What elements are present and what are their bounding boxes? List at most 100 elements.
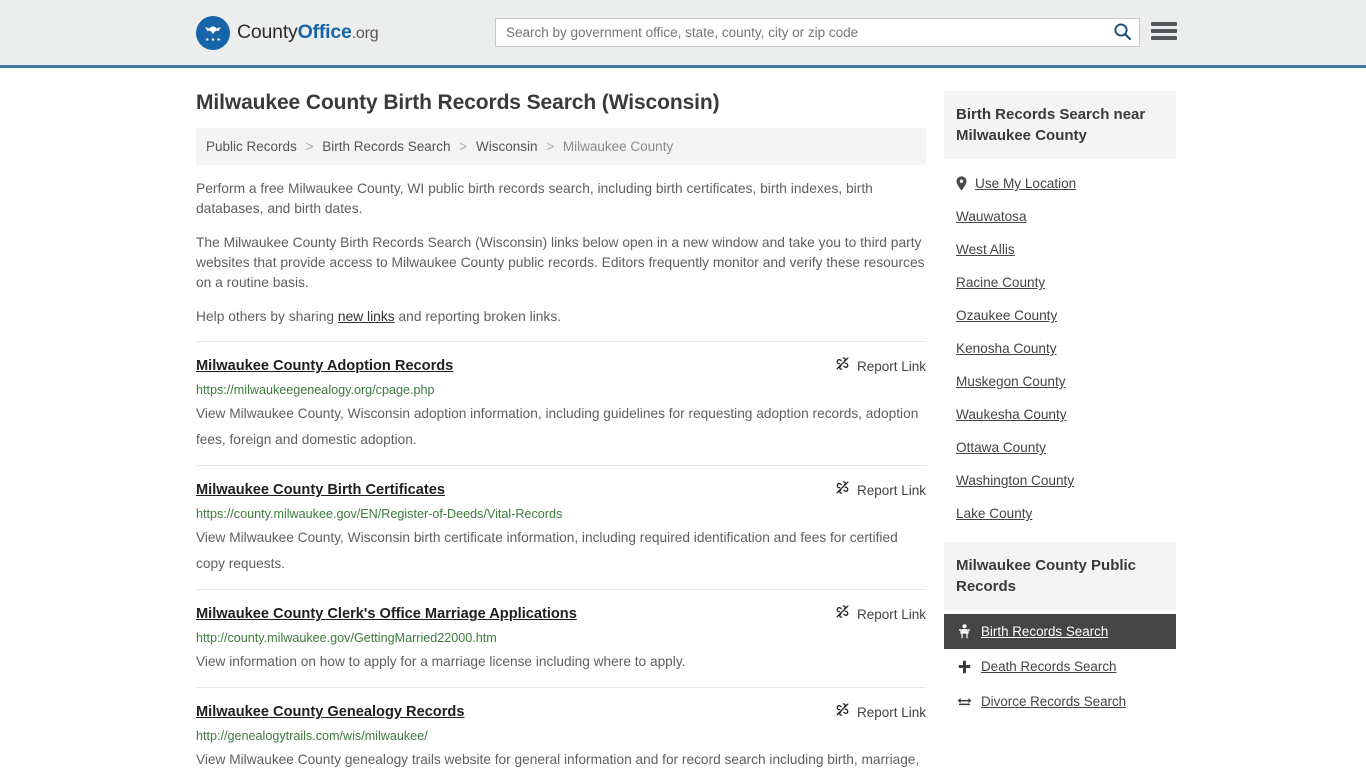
report-link-button[interactable]: Report Link (823, 604, 926, 625)
result-description: View information on how to apply for a m… (196, 654, 686, 669)
main-content: Milwaukee County Birth Records Search (W… (196, 68, 926, 768)
birth-records-search-link[interactable]: Birth Records Search (981, 624, 1108, 639)
site-header: CountyOffice.org (0, 0, 1366, 68)
result-description: View Milwaukee County, Wisconsin birth c… (196, 530, 898, 571)
report-link-label: Report Link (856, 482, 926, 498)
nearby-link[interactable]: Waukesha County (956, 407, 1067, 422)
report-link-button[interactable]: Report Link (823, 480, 926, 501)
baby-icon (956, 624, 972, 639)
sidebar-item-racine-county[interactable]: Racine County (944, 266, 1176, 299)
map-pin-icon (956, 176, 967, 191)
intro-paragraph-3: Help others by sharing new links and rep… (196, 307, 926, 327)
result-url: http://genealogytrails.com/wis/milwaukee… (196, 729, 428, 743)
site-search (495, 18, 1140, 47)
intro-p3-after: and reporting broken links. (394, 309, 562, 324)
broken-link-icon (835, 356, 850, 377)
intro-paragraph-1: Perform a free Milwaukee County, WI publ… (196, 181, 873, 216)
nearby-search-box: Birth Records Search near Milwaukee Coun… (944, 91, 1176, 530)
sidebar-item-use-my-location[interactable]: Use My Location (944, 167, 1176, 200)
result-title-link[interactable]: Milwaukee County Clerk's Office Marriage… (196, 604, 577, 624)
sidebar-item-lake-county[interactable]: Lake County (944, 497, 1176, 530)
table-row: Milwaukee County Birth Certificates Repo… (196, 465, 926, 589)
sidebar-item-waukesha-county[interactable]: Waukesha County (944, 398, 1176, 431)
report-link-button[interactable]: Report Link (823, 356, 926, 377)
result-url: https://county.milwaukee.gov/EN/Register… (196, 507, 563, 521)
sidebar-item-ottawa-county[interactable]: Ottawa County (944, 431, 1176, 464)
eagle-stars-badge-icon (196, 15, 230, 50)
logo-text: CountyOffice.org (237, 21, 379, 44)
death-records-search-link[interactable]: Death Records Search (981, 659, 1116, 674)
sidebar-item-washington-county[interactable]: Washington County (944, 464, 1176, 497)
use-my-location-link[interactable]: Use My Location (975, 176, 1076, 191)
nearby-link[interactable]: West Allis (956, 242, 1015, 257)
sidebar-item-muskegon-county[interactable]: Muskegon County (944, 365, 1176, 398)
nearby-link[interactable]: Muskegon County (956, 374, 1066, 389)
logo-text-office: Office (297, 21, 352, 43)
hamburger-bar (1151, 36, 1177, 40)
cross-icon (956, 660, 972, 674)
divorce-records-search-link[interactable]: Divorce Records Search (981, 694, 1126, 709)
report-link-button[interactable]: Report Link (823, 702, 926, 723)
hamburger-bar (1151, 29, 1177, 33)
nearby-search-heading: Birth Records Search near Milwaukee Coun… (944, 91, 1176, 159)
broken-link-icon (835, 480, 850, 501)
breadcrumb-separator: > (546, 139, 555, 154)
sidebar-item-west-allis[interactable]: West Allis (944, 233, 1176, 266)
breadcrumb-separator: > (305, 139, 314, 154)
page-body: Milwaukee County Birth Records Search (W… (0, 68, 1366, 768)
breadcrumb: Public Records > Birth Records Search > … (196, 128, 926, 165)
report-link-label: Report Link (856, 704, 926, 720)
table-row: Milwaukee County Clerk's Office Marriage… (196, 589, 926, 687)
nearby-links-list: Use My Location Wauwatosa West Allis Rac… (944, 159, 1176, 530)
sidebar: Birth Records Search near Milwaukee Coun… (944, 68, 1176, 768)
logo-text-county: County (237, 21, 298, 43)
result-header: Milwaukee County Genealogy Records Repor… (196, 702, 926, 723)
breadcrumb-separator: > (459, 139, 468, 154)
public-records-list: Birth Records Search Death Records Searc… (944, 610, 1176, 719)
hamburger-menu-icon[interactable] (1151, 20, 1177, 42)
site-logo[interactable]: CountyOffice.org (196, 15, 379, 50)
table-row: Milwaukee County Genealogy Records Repor… (196, 687, 926, 768)
breadcrumb-item-milwaukee-county: Milwaukee County (562, 139, 674, 154)
results-list: Milwaukee County Adoption Records Report… (196, 341, 926, 768)
result-title-link[interactable]: Milwaukee County Genealogy Records (196, 702, 464, 722)
table-row: Milwaukee County Adoption Records Report… (196, 341, 926, 465)
search-button[interactable] (1105, 19, 1139, 46)
sidebar-item-kenosha-county[interactable]: Kenosha County (944, 332, 1176, 365)
breadcrumb-item-birth-records-search[interactable]: Birth Records Search (322, 139, 450, 154)
nearby-link[interactable]: Racine County (956, 275, 1045, 290)
hamburger-bar (1151, 22, 1177, 26)
result-title-link[interactable]: Milwaukee County Adoption Records (196, 356, 453, 376)
nearby-link[interactable]: Ozaukee County (956, 308, 1057, 323)
new-links-link[interactable]: new links (338, 309, 395, 324)
public-records-box: Milwaukee County Public Records Birth Re… (944, 542, 1176, 719)
result-title-link[interactable]: Milwaukee County Birth Certificates (196, 480, 445, 500)
nearby-link[interactable]: Washington County (956, 473, 1074, 488)
search-input[interactable] (496, 19, 1105, 46)
sidebar-item-wauwatosa[interactable]: Wauwatosa (944, 200, 1176, 233)
report-link-label: Report Link (856, 358, 926, 374)
result-header: Milwaukee County Adoption Records Report… (196, 356, 926, 377)
sidebar-item-divorce-records-search[interactable]: Divorce Records Search (944, 684, 1176, 719)
intro-paragraph-2: The Milwaukee County Birth Records Searc… (196, 235, 925, 290)
search-icon (1113, 22, 1132, 44)
sidebar-item-ozaukee-county[interactable]: Ozaukee County (944, 299, 1176, 332)
nearby-link[interactable]: Ottawa County (956, 440, 1046, 455)
sidebar-item-death-records-search[interactable]: Death Records Search (944, 649, 1176, 684)
nearby-link[interactable]: Kenosha County (956, 341, 1057, 356)
logo-text-org: .org (351, 25, 379, 42)
nearby-link[interactable]: Wauwatosa (956, 209, 1027, 224)
split-arrows-icon (956, 696, 972, 708)
report-link-label: Report Link (856, 606, 926, 622)
result-header: Milwaukee County Clerk's Office Marriage… (196, 604, 926, 625)
breadcrumb-item-public-records[interactable]: Public Records (206, 139, 297, 154)
nearby-link[interactable]: Lake County (956, 506, 1032, 521)
intro-text: Perform a free Milwaukee County, WI publ… (196, 179, 926, 327)
breadcrumb-item-wisconsin[interactable]: Wisconsin (476, 139, 538, 154)
result-description: View Milwaukee County, Wisconsin adoptio… (196, 406, 919, 447)
broken-link-icon (835, 604, 850, 625)
result-url: https://milwaukeegenealogy.org/cpage.php (196, 383, 435, 397)
public-records-heading: Milwaukee County Public Records (944, 542, 1176, 610)
sidebar-item-birth-records-search[interactable]: Birth Records Search (944, 614, 1176, 649)
result-header: Milwaukee County Birth Certificates Repo… (196, 480, 926, 501)
